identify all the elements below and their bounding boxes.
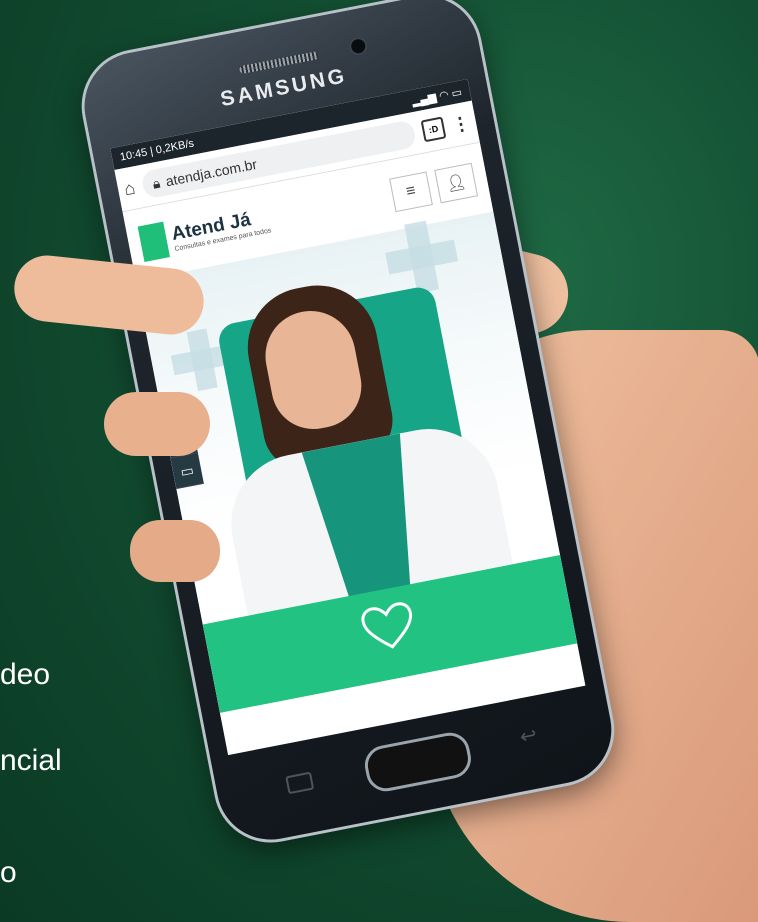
middle-finger xyxy=(104,392,210,456)
side-text-1: deo xyxy=(0,658,51,691)
hero-banner: ▦ ▭ xyxy=(135,211,578,713)
tab-switcher-button[interactable]: :D xyxy=(420,116,447,143)
url-text: atendja.com.br xyxy=(164,155,259,190)
recent-apps-key[interactable] xyxy=(285,771,315,795)
home-icon[interactable]: ⌂ xyxy=(122,177,137,200)
user-account-button[interactable]: 👤︎ xyxy=(434,162,479,204)
front-camera-icon xyxy=(347,35,369,57)
lock-icon: 🔒︎ xyxy=(151,174,162,192)
ring-finger xyxy=(130,520,220,582)
side-text-2: ncial xyxy=(0,744,62,777)
stethoscope-logo-icon xyxy=(137,221,171,262)
site-logo[interactable]: Atend Já Consultas e exames para todos xyxy=(137,202,273,262)
home-button[interactable] xyxy=(361,729,475,795)
header-buttons: ≡ 👤︎ xyxy=(389,162,479,213)
side-text-3: o xyxy=(0,856,17,889)
money-icon[interactable]: ▭ xyxy=(170,453,204,490)
back-key-icon[interactable]: ↩ xyxy=(518,722,539,750)
menu-hamburger-button[interactable]: ≡ xyxy=(389,171,433,213)
heart-icon xyxy=(361,602,413,649)
more-menu-icon[interactable]: ⋮ xyxy=(450,112,472,136)
